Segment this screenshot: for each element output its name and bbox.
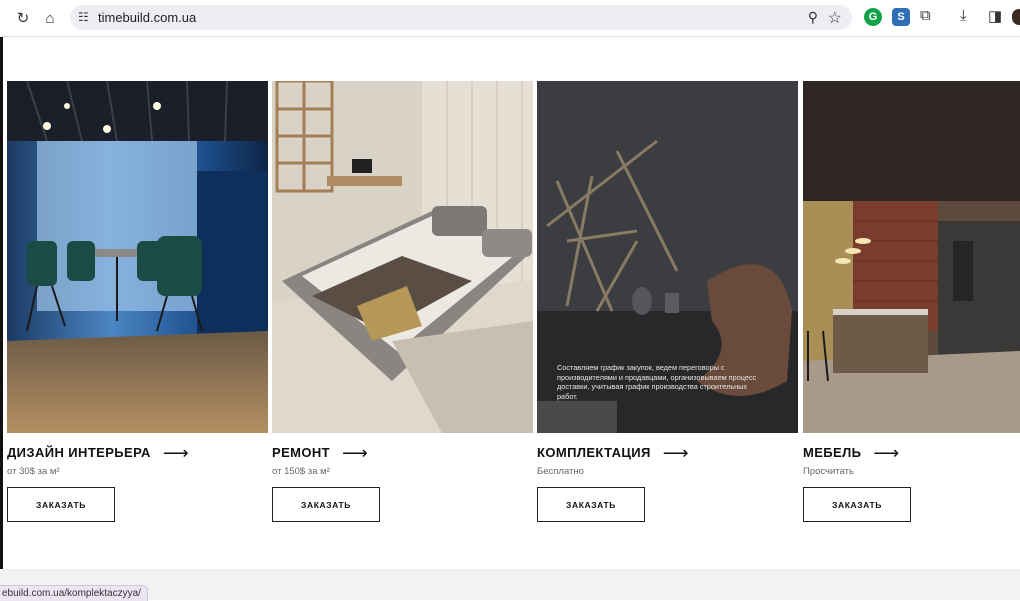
service-card-renovation[interactable]: РЕМОНТ ⟶ от 150$ за м² ЗАКАЗАТЬ xyxy=(272,81,533,522)
order-button[interactable]: ЗАКАЗАТЬ xyxy=(7,487,115,522)
arrow-right-icon[interactable]: ⟶ xyxy=(342,444,368,462)
browser-toolbar: ↻ ⌂ ☷ timebuild.com.ua ⚲ ☆ G S ⧉ ⤓ ◨ xyxy=(0,0,1020,37)
left-edge-bar xyxy=(0,37,3,600)
service-card-procurement[interactable]: Составляем график закупок, ведем перегов… xyxy=(537,81,798,522)
home-icon[interactable]: ⌂ xyxy=(39,7,61,29)
s-extension-icon[interactable]: S xyxy=(892,8,910,26)
procurement-description: Составляем график закупок, ведем перегов… xyxy=(557,363,757,401)
profile-avatar[interactable] xyxy=(1012,9,1020,25)
service-title[interactable]: КОМПЛЕКТАЦИЯ ⟶ xyxy=(537,444,798,462)
order-button[interactable]: ЗАКАЗАТЬ xyxy=(537,487,645,522)
order-button[interactable]: ЗАКАЗАТЬ xyxy=(803,487,911,522)
arrow-right-icon[interactable]: ⟶ xyxy=(873,444,899,462)
extensions-puzzle-icon[interactable]: ⧉ xyxy=(920,7,931,24)
service-card-interior-design[interactable]: ДИЗАЙН ИНТЕРЬЕРА ⟶ от 30$ за м² ЗАКАЗАТЬ xyxy=(7,81,268,522)
renovation-photo xyxy=(272,81,533,433)
grammarly-extension-icon[interactable]: G xyxy=(864,8,882,26)
zoom-icon[interactable]: ⚲ xyxy=(808,9,818,26)
url-text: timebuild.com.ua xyxy=(98,10,197,25)
service-title[interactable]: МЕБЕЛЬ ⟶ xyxy=(803,444,1020,462)
service-price: от 150$ за м² xyxy=(272,466,330,477)
bookmark-star-icon[interactable]: ☆ xyxy=(828,8,842,28)
service-card-furniture[interactable]: МЕБЕЛЬ ⟶ Просчитать ЗАКАЗАТЬ xyxy=(803,81,1020,522)
download-icon[interactable]: ⤓ xyxy=(960,7,967,24)
furniture-photo xyxy=(803,81,1020,433)
arrow-right-icon[interactable]: ⟶ xyxy=(663,444,689,462)
footer-band xyxy=(0,569,1020,600)
site-settings-icon[interactable]: ☷ xyxy=(78,10,89,24)
status-bar-url: ebuild.com.ua/komplektaczyya/ xyxy=(0,585,148,601)
side-panel-icon[interactable]: ◨ xyxy=(988,7,1002,25)
service-price: Бесплатно xyxy=(537,466,584,477)
order-button[interactable]: ЗАКАЗАТЬ xyxy=(272,487,380,522)
interior-design-photo xyxy=(7,81,268,433)
procurement-photo: Составляем график закупок, ведем перегов… xyxy=(537,81,798,433)
arrow-right-icon[interactable]: ⟶ xyxy=(163,444,189,462)
service-price: от 30$ за м² xyxy=(7,466,60,477)
service-title[interactable]: РЕМОНТ ⟶ xyxy=(272,444,533,462)
reload-icon[interactable]: ↻ xyxy=(12,7,34,29)
service-price: Просчитать xyxy=(803,466,854,477)
address-bar[interactable]: ☷ timebuild.com.ua ⚲ ☆ xyxy=(70,5,852,30)
service-title[interactable]: ДИЗАЙН ИНТЕРЬЕРА ⟶ xyxy=(7,444,268,462)
